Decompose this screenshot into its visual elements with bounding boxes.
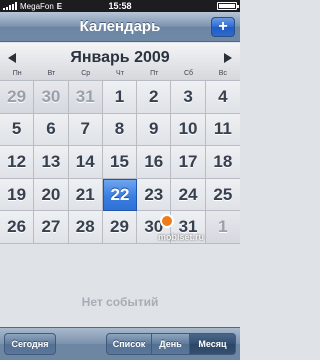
day-cell[interactable]: 5 xyxy=(0,113,35,147)
day-cell[interactable]: 9 xyxy=(137,113,172,147)
day-cell[interactable]: 24 xyxy=(171,178,206,212)
day-cell[interactable]: 11 xyxy=(205,113,240,147)
page-title: Календарь xyxy=(79,18,161,35)
battery-icon xyxy=(217,2,239,10)
list-view-button[interactable]: Список xyxy=(106,333,152,355)
day-cell[interactable]: 18 xyxy=(205,146,240,179)
day-cell[interactable]: 27 xyxy=(34,211,69,244)
day-cell[interactable]: 26 xyxy=(0,211,35,244)
day-cell[interactable]: 25 xyxy=(205,178,240,212)
day-cell[interactable]: 1 xyxy=(102,81,138,114)
day-cell[interactable]: 4 xyxy=(205,81,240,114)
day-view-button[interactable]: День xyxy=(152,333,190,355)
weekday-label: Ср xyxy=(81,70,91,77)
day-cell[interactable]: 16 xyxy=(137,146,172,179)
bottom-toolbar: Сегодня Список День Месяц xyxy=(0,327,240,360)
day-cell[interactable]: 28 xyxy=(68,211,103,244)
no-events-label: Нет событий xyxy=(81,295,159,309)
navigation-bar: Календарь + xyxy=(0,12,240,42)
add-event-button[interactable]: + xyxy=(211,17,235,37)
day-cell[interactable]: 29 xyxy=(0,81,35,114)
day-cell[interactable]: 6 xyxy=(34,113,69,147)
clock: 15:58 xyxy=(108,1,132,11)
month-title: Январь 2009 xyxy=(70,49,170,66)
weekday-label: Пн xyxy=(12,70,22,77)
day-cell[interactable]: 23 xyxy=(137,178,172,212)
day-cell[interactable]: 10 xyxy=(171,113,206,147)
day-cell[interactable]: 7 xyxy=(68,113,103,147)
day-cell[interactable]: 29 xyxy=(102,211,138,244)
weekday-label: Сб xyxy=(184,70,194,77)
weekday-label: Вт xyxy=(47,70,56,77)
weekday-label: Вс xyxy=(218,70,227,77)
day-cell[interactable]: 30 xyxy=(34,81,69,114)
calendar-grid: 29 30 31 1 2 3 4 5 6 7 8 9 10 11 12 13 1… xyxy=(0,80,240,244)
events-panel: Нет событий xyxy=(0,245,240,327)
day-cell[interactable]: 17 xyxy=(171,146,206,179)
day-cell[interactable]: 20 xyxy=(34,178,69,212)
day-cell[interactable]: 3 xyxy=(171,81,206,114)
day-cell[interactable]: 19 xyxy=(0,178,35,212)
weekday-label: Пт xyxy=(150,70,159,77)
month-header: Январь 2009 Пн Вт Ср Чт Пт Сб Вс xyxy=(0,43,240,80)
status-bar: MegaFon E 15:58 xyxy=(0,0,240,12)
watermark-logo-icon xyxy=(160,214,174,228)
day-cell[interactable]: 12 xyxy=(0,146,35,179)
day-cell[interactable]: 15 xyxy=(102,146,138,179)
weekday-header: Пн Вт Ср Чт Пт Сб Вс xyxy=(0,70,240,77)
day-cell[interactable]: 31 xyxy=(68,81,103,114)
today-button[interactable]: Сегодня xyxy=(4,333,56,355)
day-cell[interactable]: 2 xyxy=(137,81,172,114)
selected-day-cell[interactable]: 22 xyxy=(102,178,138,212)
day-cell[interactable]: 8 xyxy=(102,113,138,147)
day-cell[interactable]: 14 xyxy=(68,146,103,179)
weekday-label: Чт xyxy=(116,70,124,77)
month-view-button[interactable]: Месяц xyxy=(190,333,236,355)
watermark: mobiset.ru xyxy=(158,232,205,242)
day-cell[interactable]: 13 xyxy=(34,146,69,179)
day-cell[interactable]: 1 xyxy=(205,211,240,244)
view-switcher: Список День Месяц xyxy=(106,333,236,355)
day-cell[interactable]: 21 xyxy=(68,178,103,212)
next-month-icon[interactable] xyxy=(224,53,232,63)
